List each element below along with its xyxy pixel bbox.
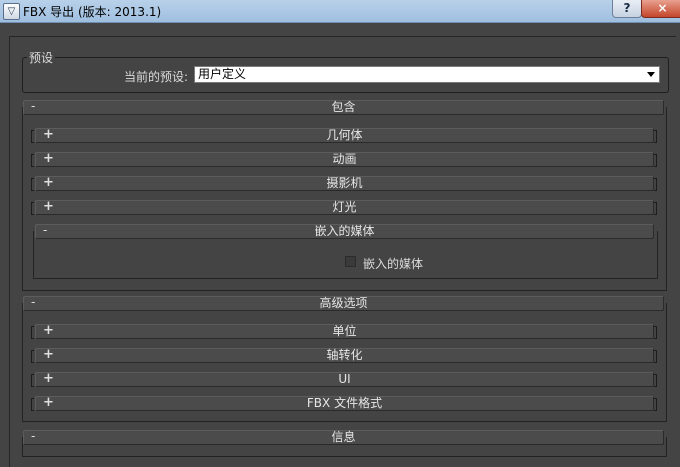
rollout-axis-conversion-label: 轴转化 xyxy=(326,348,363,362)
bracket-right xyxy=(654,374,657,387)
bracket-right xyxy=(654,130,657,143)
rollout-cameras-label: 摄影机 xyxy=(326,176,363,190)
window-title: FBX 导出 (版本: 2013.1) xyxy=(23,5,162,19)
rollout-fbx-format[interactable]: + FBX 文件格式 xyxy=(35,395,654,411)
preset-dropdown[interactable]: 用户定义 xyxy=(194,66,660,83)
rollout-information-label: 信息 xyxy=(331,430,356,444)
rollout-animation[interactable]: + 动画 xyxy=(35,151,654,167)
rollout-geometry[interactable]: + 几何体 xyxy=(35,127,654,143)
bracket-left xyxy=(31,130,34,143)
rollout-embed-media-label: 嵌入的媒体 xyxy=(314,224,375,238)
rollout-advanced-label: 高级选项 xyxy=(319,296,368,310)
rollout-units-label: 单位 xyxy=(332,324,357,338)
rollout-geometry-label: 几何体 xyxy=(326,128,363,142)
bracket-left xyxy=(31,350,34,363)
rollout-advanced[interactable]: - 高级选项 xyxy=(23,295,664,311)
bracket-right xyxy=(654,398,657,411)
rollout-axis-conversion[interactable]: + 轴转化 xyxy=(35,347,654,363)
rollout-lights[interactable]: + 灯光 xyxy=(35,199,654,215)
help-button[interactable]: ? xyxy=(612,0,642,18)
close-button[interactable]: × xyxy=(641,0,680,18)
rollout-include-label: 包含 xyxy=(331,100,356,114)
max-app-icon[interactable]: ▽ xyxy=(3,3,20,20)
bracket-left xyxy=(31,154,34,167)
embed-media-checkbox-label[interactable]: 嵌入的媒体 xyxy=(363,255,423,272)
bracket-right xyxy=(654,154,657,167)
rollout-embed-media[interactable]: - 嵌入的媒体 xyxy=(35,223,654,239)
rollout-information[interactable]: - 信息 xyxy=(23,429,664,445)
bracket-right xyxy=(654,350,657,363)
bracket-left xyxy=(31,202,34,215)
preset-group-label: 预设 xyxy=(27,49,56,66)
bracket-left xyxy=(31,326,34,339)
bracket-right xyxy=(654,326,657,339)
bracket-left xyxy=(31,374,34,387)
rollout-animation-label: 动画 xyxy=(332,152,357,166)
bracket-right xyxy=(654,178,657,191)
rollout-lights-label: 灯光 xyxy=(332,200,357,214)
rollout-fbx-format-label: FBX 文件格式 xyxy=(306,396,383,410)
bracket-right xyxy=(654,202,657,215)
bracket-left xyxy=(31,398,34,411)
rollout-ui-label: UI xyxy=(338,372,351,386)
chevron-down-icon[interactable] xyxy=(647,72,655,77)
rollout-cameras[interactable]: + 摄影机 xyxy=(35,175,654,191)
rollout-include[interactable]: - 包含 xyxy=(23,99,664,115)
bracket-left xyxy=(31,178,34,191)
rollout-ui[interactable]: + UI xyxy=(35,371,654,387)
title-bar: ▽ FBX 导出 (版本: 2013.1) ? × xyxy=(0,0,680,23)
rollout-units[interactable]: + 单位 xyxy=(35,323,654,339)
current-preset-label: 当前的预设: xyxy=(124,70,189,84)
embed-media-checkbox[interactable] xyxy=(345,256,356,267)
preset-dropdown-value: 用户定义 xyxy=(198,67,247,81)
